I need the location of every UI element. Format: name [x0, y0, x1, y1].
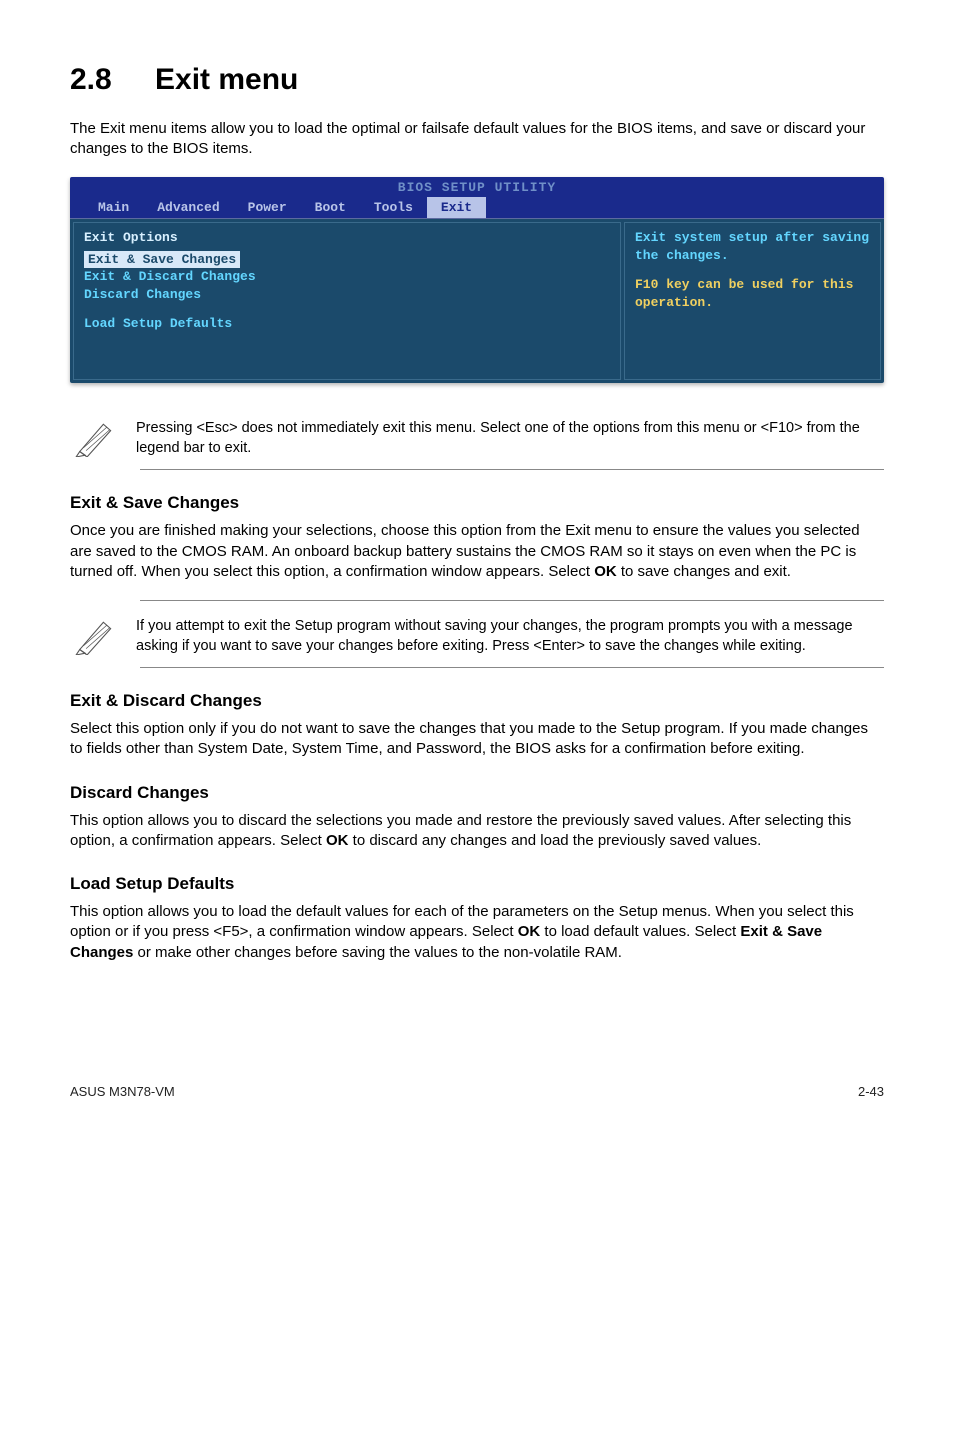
note-divider	[140, 600, 884, 601]
note-text-1: Pressing <Esc> does not immediately exit…	[136, 413, 884, 458]
bios-tab-boot: Boot	[301, 197, 360, 219]
bios-item-defaults: Load Setup Defaults	[84, 315, 610, 333]
bios-help-line1: Exit system setup after saving the chang…	[635, 229, 870, 264]
note-divider	[140, 667, 884, 668]
note-text-2: If you attempt to exit the Setup program…	[136, 611, 884, 656]
paragraph-defaults: This option allows you to load the defau…	[70, 902, 884, 963]
section-heading: 2.8Exit menu	[70, 60, 884, 101]
heading-exit-save: Exit & Save Changes	[70, 492, 884, 515]
bios-help-line2: F10 key can be used for this operation.	[635, 276, 870, 311]
paragraph-exit-discard: Select this option only if you do not wa…	[70, 719, 884, 760]
section-number: 2.8	[70, 60, 155, 101]
footer-left: ASUS M3N78-VM	[70, 1083, 175, 1101]
bios-left-panel: Exit Options Exit & Save Changes Exit & …	[73, 222, 621, 380]
bios-tab-advanced: Advanced	[143, 197, 233, 219]
bios-tab-bar: Main Advanced Power Boot Tools Exit	[70, 197, 884, 219]
pencil-icon	[70, 413, 136, 463]
bios-item-discard: Discard Changes	[84, 286, 610, 304]
bios-help-panel: Exit system setup after saving the chang…	[624, 222, 881, 380]
page-footer: ASUS M3N78-VM 2-43	[70, 1083, 884, 1101]
heading-defaults: Load Setup Defaults	[70, 873, 884, 896]
intro-paragraph: The Exit menu items allow you to load th…	[70, 119, 884, 160]
note-box-2: If you attempt to exit the Setup program…	[70, 611, 884, 661]
bios-screenshot: BIOS SETUP UTILITY Main Advanced Power B…	[70, 177, 884, 383]
paragraph-discard: This option allows you to discard the se…	[70, 811, 884, 852]
note-divider	[140, 469, 884, 470]
bios-tab-power: Power	[234, 197, 301, 219]
heading-exit-discard: Exit & Discard Changes	[70, 690, 884, 713]
paragraph-exit-save: Once you are finished making your select…	[70, 521, 884, 582]
bios-title: BIOS SETUP UTILITY	[70, 179, 884, 197]
bios-item-discard-exit: Exit & Discard Changes	[84, 268, 610, 286]
pencil-icon	[70, 611, 136, 661]
bios-tab-main: Main	[84, 197, 143, 219]
note-box-1: Pressing <Esc> does not immediately exit…	[70, 413, 884, 463]
bios-item-save: Exit & Save Changes	[84, 251, 240, 269]
heading-discard: Discard Changes	[70, 782, 884, 805]
bios-tab-tools: Tools	[360, 197, 427, 219]
footer-right: 2-43	[858, 1083, 884, 1101]
section-title: Exit menu	[155, 63, 298, 96]
bios-tab-exit: Exit	[427, 197, 486, 219]
exit-options-label: Exit Options	[84, 229, 610, 247]
